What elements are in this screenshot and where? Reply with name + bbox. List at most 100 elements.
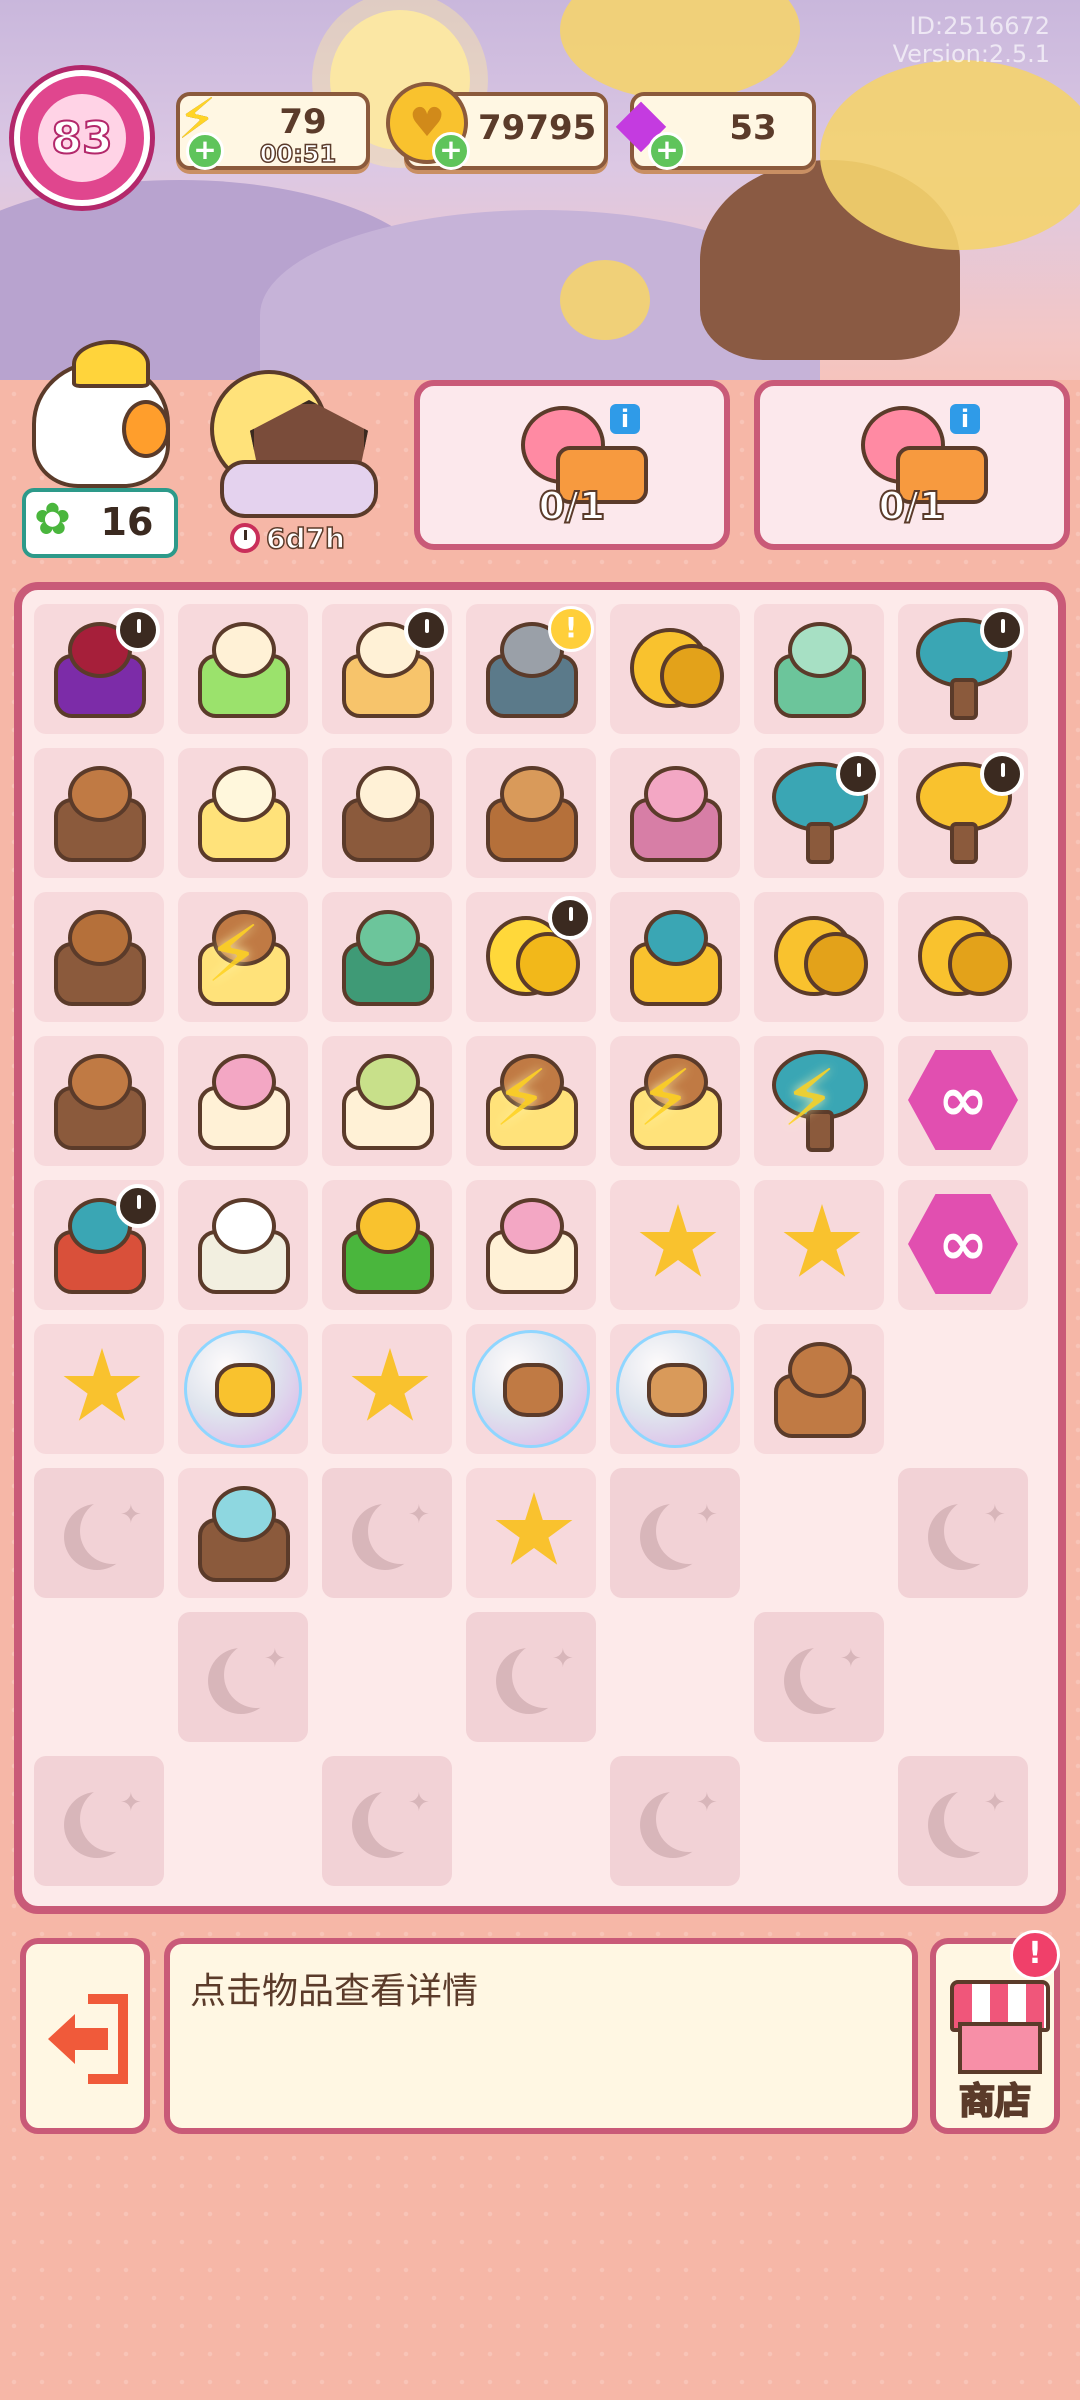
empty-cell[interactable] <box>754 1756 884 1886</box>
sparkle-icon: ✦ <box>984 1500 1006 1530</box>
clover-counter[interactable]: ✿ 16 <box>22 488 178 558</box>
board-cell-bunny-mixing-bowl[interactable] <box>178 604 308 734</box>
info-icon[interactable]: i <box>610 404 640 434</box>
item-part <box>356 910 420 966</box>
exit-button[interactable] <box>20 1938 150 2134</box>
board-cell-star-basket[interactable] <box>322 1324 452 1454</box>
locked-cell[interactable]: ✦ <box>610 1468 740 1598</box>
empty-cell[interactable] <box>898 1612 1028 1742</box>
order-card-1[interactable]: i 0/1 <box>414 380 730 550</box>
board-cell-basket-energized[interactable]: ⚡ <box>466 1036 596 1166</box>
board-cell-wooden-ladder[interactable] <box>34 748 164 878</box>
board-cell-gold-star[interactable] <box>34 1324 164 1454</box>
duck-beak <box>122 400 170 458</box>
locked-cell[interactable]: ✦ <box>754 1612 884 1742</box>
board-cell-pink-cloth[interactable] <box>610 748 740 878</box>
empty-cell[interactable] <box>610 1612 740 1742</box>
star-bubble-icon <box>184 1330 302 1448</box>
board-cell-bunny-pounding[interactable] <box>322 604 452 734</box>
board-cell-star-pair[interactable] <box>466 1468 596 1598</box>
empty-cell[interactable] <box>898 1324 1028 1454</box>
board-cell-ladder-energized[interactable]: ⚡ <box>178 892 308 1022</box>
add-coins-button[interactable]: + <box>432 132 470 170</box>
locked-cell[interactable]: ✦ <box>898 1756 1028 1886</box>
board-cell-star-bubble[interactable] <box>178 1324 308 1454</box>
info-icon[interactable]: i <box>950 404 980 434</box>
empty-cell[interactable] <box>322 1612 452 1742</box>
coin-stack-icon <box>764 902 874 1012</box>
board-cell-spider-lily-lantern[interactable] <box>34 604 164 734</box>
board-cell-tree-energized[interactable]: ⚡ <box>754 1036 884 1166</box>
board-cell-pig-bubble[interactable] <box>466 1324 596 1454</box>
shop-button[interactable]: 商店 ! <box>930 1930 1060 2134</box>
duck-worker-icon[interactable] <box>22 340 172 488</box>
board-cell-wooden-twig[interactable] <box>754 1324 884 1454</box>
locked-cell[interactable]: ✦ <box>34 1756 164 1886</box>
level-inner: 83 <box>38 94 126 182</box>
order-count: 0/1 <box>878 483 947 529</box>
empty-cell[interactable] <box>754 1468 884 1598</box>
item-part <box>63 1348 141 1421</box>
board-cell-herbal-soup[interactable] <box>322 1036 452 1166</box>
empty-cell[interactable] <box>34 1612 164 1742</box>
board-cell-osmanthus-tree[interactable] <box>754 748 884 878</box>
board-cell-bunny-mortar[interactable]: ! <box>466 604 596 734</box>
add-energy-button[interactable]: + <box>186 132 224 170</box>
board-cell-gold-coins[interactable] <box>610 604 740 734</box>
board-cell-bread-buns[interactable] <box>466 748 596 878</box>
board-cell-infinity-gem[interactable]: ∞ <box>898 1180 1028 1310</box>
level-badge[interactable]: 83 <box>14 70 150 206</box>
board-cell-star-crate[interactable] <box>754 1180 884 1310</box>
sparkle-icon: ✦ <box>696 1500 718 1530</box>
board-cell-osmanthus-tree[interactable] <box>898 604 1028 734</box>
shop-alert-icon: ! <box>1010 1930 1060 1980</box>
locked-cell[interactable]: ✦ <box>178 1612 308 1742</box>
wooden-ladder-icon <box>44 758 154 868</box>
board-cell-jade-plate[interactable] <box>754 604 884 734</box>
locked-cell[interactable]: ✦ <box>898 1468 1028 1598</box>
board-cell-bun-bubble[interactable] <box>610 1324 740 1454</box>
locked-cell[interactable]: ✦ <box>610 1756 740 1886</box>
item-info-text: 点击物品查看详情 <box>190 1971 479 2012</box>
cooldown-timer-icon <box>548 896 592 940</box>
locked-cell[interactable]: ✦ <box>322 1756 452 1886</box>
board-cell-mooncake-cup[interactable] <box>178 1036 308 1166</box>
sparkle-icon: ✦ <box>408 1500 430 1530</box>
item-info-panel: 点击物品查看详情 <box>164 1938 918 2134</box>
item-part <box>660 644 724 708</box>
board-cell-star-plate[interactable] <box>610 1180 740 1310</box>
board-cell-osmanthus-leaf[interactable] <box>610 892 740 1022</box>
bubble-item <box>647 1363 707 1417</box>
item-part <box>516 932 580 996</box>
item-part <box>68 1054 132 1110</box>
cooldown-timer-icon <box>980 752 1024 796</box>
board-cell-white-cloud[interactable] <box>178 1180 308 1310</box>
board-cell-mooncake-cup[interactable] <box>466 1180 596 1310</box>
board-cell-jade-bowl[interactable] <box>322 892 452 1022</box>
empty-cell[interactable] <box>178 1756 308 1886</box>
board-cell-infinity-gem[interactable]: ∞ <box>898 1036 1028 1166</box>
order-card-2[interactable]: i 0/1 <box>754 380 1070 550</box>
mooncake-cup-icon <box>188 1046 298 1156</box>
board-cell-osmanthus-branch[interactable] <box>322 1180 452 1310</box>
board-cell-full-moon[interactable] <box>466 892 596 1022</box>
board-cell-golden-osmanthus-tree[interactable] <box>898 748 1028 878</box>
board-cell-sprout[interactable] <box>178 1468 308 1598</box>
board-cell-basket-energized[interactable]: ⚡ <box>610 1036 740 1166</box>
locked-cell[interactable]: ✦ <box>466 1612 596 1742</box>
board-cell-tea-bowl[interactable] <box>178 748 308 878</box>
empty-cell[interactable] <box>466 1756 596 1886</box>
locked-cell[interactable]: ✦ <box>322 1468 452 1598</box>
locked-cell[interactable]: ✦ <box>34 1468 164 1598</box>
moon-festival-event-icon[interactable] <box>200 360 380 520</box>
board-cell-sake-set[interactable] <box>322 748 452 878</box>
board-cell-coin-pile[interactable] <box>898 892 1028 1022</box>
shop-label: 商店 <box>958 2080 1032 2123</box>
add-gems-button[interactable]: + <box>648 132 686 170</box>
board-cell-wooden-ladle[interactable] <box>34 892 164 1022</box>
board-cell-pagoda[interactable] <box>34 1180 164 1310</box>
cooldown-timer-icon <box>980 608 1024 652</box>
board-cell-coin-stack[interactable] <box>754 892 884 1022</box>
board-cell-pig-bread[interactable] <box>34 1036 164 1166</box>
energy-boost-icon: ⚡ <box>494 1054 549 1144</box>
